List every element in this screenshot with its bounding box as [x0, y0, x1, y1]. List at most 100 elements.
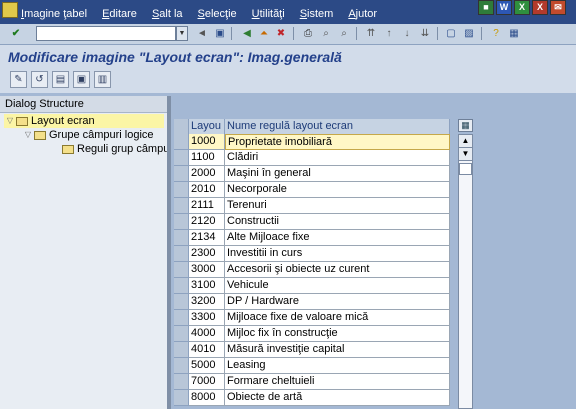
cell-layout-code[interactable]: 2300 [189, 246, 225, 262]
cell-layout-name[interactable]: Măsură investiţie capital [225, 342, 450, 358]
panel-splitter[interactable] [168, 96, 171, 409]
cancel-icon[interactable]: ✖ [273, 26, 289, 41]
print-icon[interactable]: ⎙ [300, 26, 316, 41]
window-app-icon[interactable]: X [514, 0, 530, 15]
cell-layout-name[interactable]: Mijloc fix în construcţie [225, 326, 450, 342]
row-select-button[interactable] [174, 262, 189, 278]
back-icon[interactable]: ◀ [239, 26, 255, 41]
shortcut-icon[interactable]: ▨ [461, 26, 477, 41]
row-select-button[interactable] [174, 374, 189, 390]
table-row[interactable]: 2111 Terenuri [174, 198, 450, 214]
row-select-button[interactable] [174, 150, 189, 166]
cell-layout-code[interactable]: 2111 [189, 198, 225, 214]
expand-triangle-icon[interactable]: ▽ [22, 128, 34, 142]
cell-layout-name[interactable]: Formare cheltuieli [225, 374, 450, 390]
table-row[interactable]: 4010 Măsură investiţie capital [174, 342, 450, 358]
cell-layout-name[interactable]: Proprietate imobiliară [225, 134, 450, 150]
cell-layout-name[interactable]: Necorporale [225, 182, 450, 198]
scroll-left-icon[interactable]: ◄ [194, 26, 210, 41]
row-select-button[interactable] [174, 166, 189, 182]
menu-item[interactable]: Sistem [300, 8, 334, 20]
cell-layout-name[interactable]: Leasing [225, 358, 450, 374]
cell-layout-code[interactable]: 3200 [189, 294, 225, 310]
find-next-icon[interactable]: ⌕ [336, 26, 352, 41]
cell-layout-code[interactable]: 2000 [189, 166, 225, 182]
scrollbar-thumb[interactable] [459, 163, 472, 175]
table-row[interactable]: 3100 Vehicule [174, 278, 450, 294]
table-row[interactable]: 5000 Leasing [174, 358, 450, 374]
column-header-name[interactable]: Nume regulă layout ecran [225, 119, 450, 134]
create-session-icon[interactable]: ▢ [443, 26, 459, 41]
row-select-button[interactable] [174, 230, 189, 246]
row-select-button[interactable] [174, 390, 189, 406]
cell-layout-name[interactable]: Maşini în general [225, 166, 450, 182]
first-page-icon[interactable]: ⇈ [363, 26, 379, 41]
cell-layout-name[interactable]: Constructii [225, 214, 450, 230]
tree-node-grupe-campuri[interactable]: ▽ Grupe câmpuri logice [22, 128, 154, 142]
row-select-button[interactable] [174, 294, 189, 310]
menu-item[interactable]: Salt la [152, 8, 183, 20]
table-row[interactable]: 2300 Investitii in curs [174, 246, 450, 262]
menu-item[interactable]: Utilităţi [252, 8, 285, 20]
help-icon[interactable]: ? [488, 26, 504, 41]
table-row[interactable]: 3000 Accesorii şi obiecte uz curent [174, 262, 450, 278]
scroll-down-arrow-icon[interactable]: ▼ [459, 148, 472, 161]
table-row[interactable]: 1000 Proprietate imobiliară [174, 134, 450, 150]
tree-node-layout-ecran[interactable]: ▽ Layout ecran [4, 114, 164, 128]
exit-icon[interactable]: ⏶ [256, 26, 272, 41]
table-row[interactable]: 7000 Formare cheltuieli [174, 374, 450, 390]
menu-item[interactable]: Imagine ţabel [21, 8, 87, 20]
menu-item[interactable]: Ajutor [348, 8, 377, 20]
table-row[interactable]: 3200 DP / Hardware [174, 294, 450, 310]
cell-layout-code[interactable]: 8000 [189, 390, 225, 406]
save-icon[interactable]: ▣ [212, 26, 228, 41]
cell-layout-code[interactable]: 2134 [189, 230, 225, 246]
cell-layout-code[interactable]: 7000 [189, 374, 225, 390]
expand-triangle-icon[interactable]: ▽ [4, 114, 16, 128]
table-row[interactable]: 2120 Constructii [174, 214, 450, 230]
command-history-dropdown[interactable]: ▼ [176, 26, 188, 41]
cell-layout-code[interactable]: 1000 [189, 134, 225, 150]
scroll-up-arrow-icon[interactable]: ▲ [459, 135, 472, 148]
cell-layout-name[interactable]: Obiecte de artă [225, 390, 450, 406]
cell-layout-name[interactable]: Vehicule [225, 278, 450, 294]
vertical-scrollbar[interactable]: ▲ ▼ [458, 134, 473, 409]
row-select-button[interactable] [174, 134, 189, 150]
previous-page-icon[interactable]: ↑ [381, 26, 397, 41]
cell-layout-code[interactable]: 2120 [189, 214, 225, 230]
window-app-icon[interactable]: ■ [478, 0, 494, 15]
row-select-button[interactable] [174, 246, 189, 262]
window-app-icon[interactable]: ✉ [550, 0, 566, 15]
table-row[interactable]: 2010 Necorporale [174, 182, 450, 198]
cell-layout-code[interactable]: 3000 [189, 262, 225, 278]
cell-layout-code[interactable]: 5000 [189, 358, 225, 374]
table-row[interactable]: 2134 Alte Mijloace fixe [174, 230, 450, 246]
cell-layout-code[interactable]: 4010 [189, 342, 225, 358]
table-settings-icon[interactable]: ▦ [458, 119, 473, 132]
cell-layout-code[interactable]: 1100 [189, 150, 225, 166]
column-header-layout[interactable]: Layou [189, 119, 225, 134]
next-page-icon[interactable]: ↓ [399, 26, 415, 41]
delete-icon[interactable]: ▥ [94, 71, 111, 88]
last-page-icon[interactable]: ⇊ [417, 26, 433, 41]
row-select-button[interactable] [174, 310, 189, 326]
command-field[interactable] [36, 26, 176, 41]
table-row[interactable]: 4000 Mijloc fix în construcţie [174, 326, 450, 342]
table-row[interactable]: 3300 Mijloace fixe de valoare mică [174, 310, 450, 326]
row-select-button[interactable] [174, 278, 189, 294]
cell-layout-name[interactable]: Investitii in curs [225, 246, 450, 262]
enter-checkmark-icon[interactable]: ✔ [8, 26, 24, 41]
window-app-icon[interactable]: X [532, 0, 548, 15]
toggle-display-change-icon[interactable]: ✎ [10, 71, 27, 88]
cell-layout-code[interactable]: 2010 [189, 182, 225, 198]
cell-layout-code[interactable]: 4000 [189, 326, 225, 342]
row-select-button[interactable] [174, 214, 189, 230]
cell-layout-name[interactable]: Clădiri [225, 150, 450, 166]
tree-node-reguli-grup[interactable]: Reguli grup câmpuri [62, 142, 167, 156]
cell-layout-name[interactable]: Accesorii şi obiecte uz curent [225, 262, 450, 278]
window-app-icon[interactable]: W [496, 0, 512, 15]
row-select-button[interactable] [174, 182, 189, 198]
menu-item[interactable]: Selecţie [198, 8, 237, 20]
find-icon[interactable]: ⌕ [318, 26, 334, 41]
cell-layout-name[interactable]: Alte Mijloace fixe [225, 230, 450, 246]
